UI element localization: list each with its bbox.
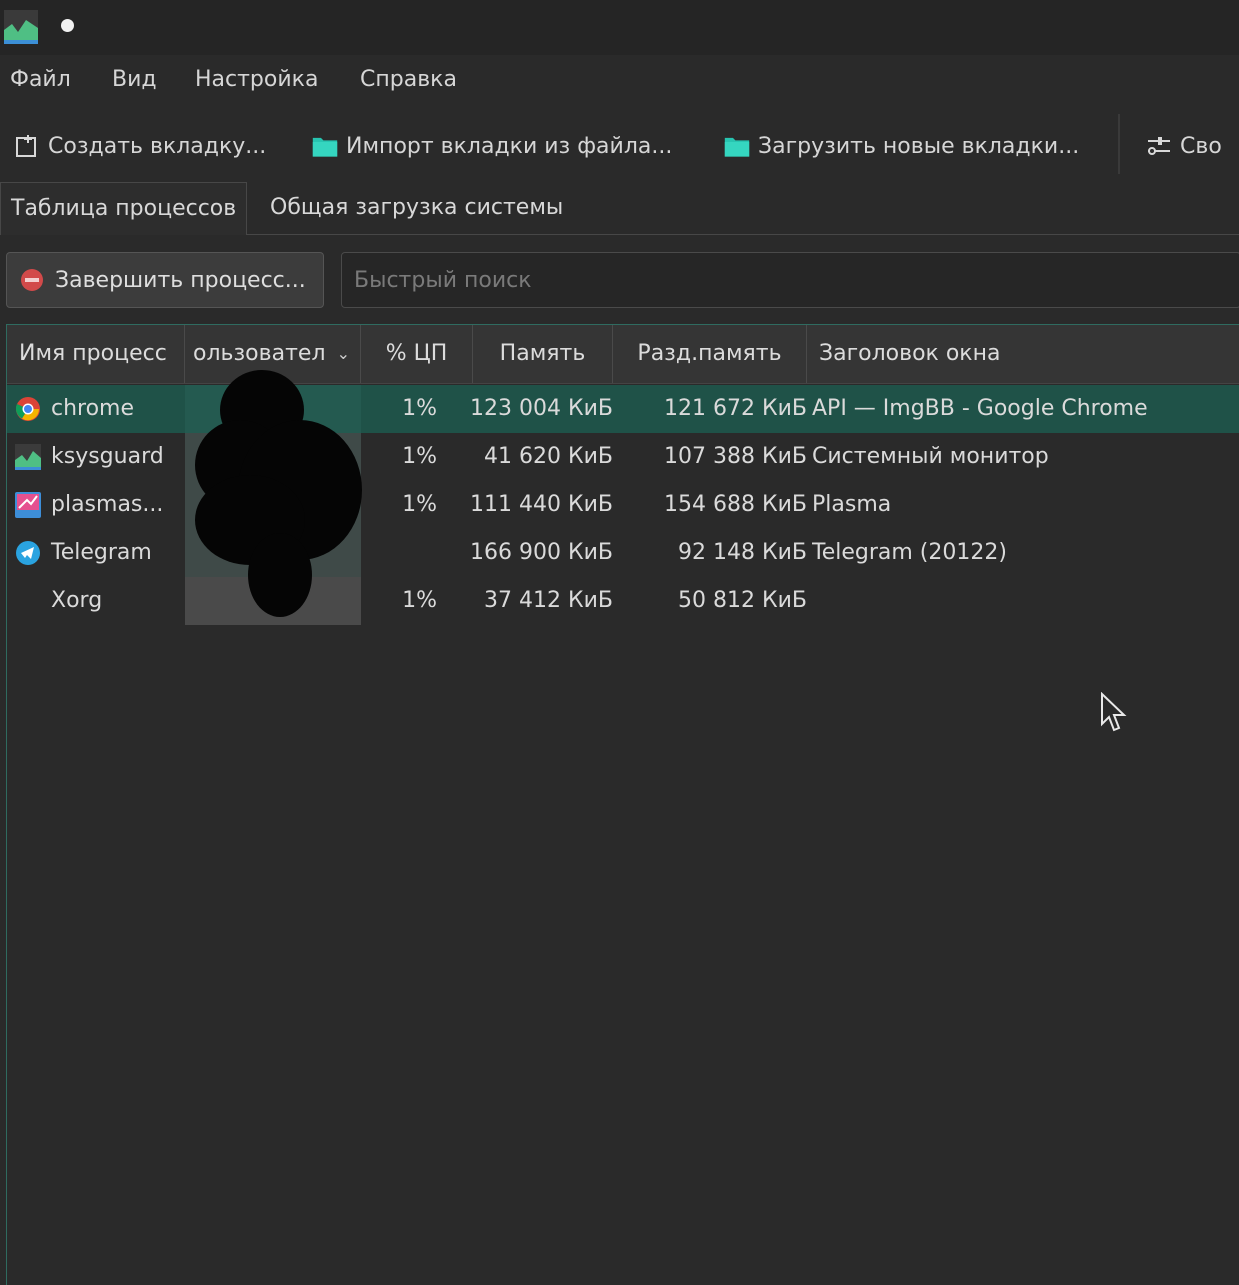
process-name: Telegram — [51, 540, 152, 565]
menu-file[interactable]: Файл — [10, 67, 71, 92]
process-window-title-cell: Plasma — [812, 492, 892, 517]
redaction-scribble — [195, 370, 362, 617]
tab-system-load[interactable]: Общая загрузка системы — [260, 182, 573, 234]
column-header-name[interactable]: Имя процесс — [7, 325, 185, 383]
create-tab-button[interactable]: Создать вкладку... — [14, 124, 266, 168]
chrome-icon — [15, 397, 40, 421]
toolbar-separator — [1118, 114, 1120, 174]
process-shared-memory-cell: 121 672 КиБ — [664, 396, 807, 421]
process-cpu-cell: 1% — [402, 444, 437, 469]
telegram-icon — [16, 541, 40, 565]
properties-label: Сво — [1180, 133, 1222, 159]
process-memory-cell: 37 412 КиБ — [484, 588, 613, 613]
ksysguard-icon — [15, 444, 41, 470]
process-shared-memory-cell: 107 388 КиБ — [664, 444, 807, 469]
process-window-title-cell — [812, 577, 1239, 625]
import-tab-button[interactable]: Импорт вкладки из файла... — [312, 124, 672, 168]
process-memory-cell: 41 620 КиБ — [484, 444, 613, 469]
process-shared-memory-cell: 50 812 КиБ — [678, 588, 807, 613]
mouse-cursor-icon — [1101, 692, 1127, 732]
create-tab-label: Создать вкладку... — [48, 133, 267, 159]
sliders-icon — [1148, 137, 1170, 155]
stop-process-icon — [21, 269, 43, 291]
column-header-memory[interactable]: Память — [473, 325, 613, 383]
process-shared-memory-cell: 92 148 КиБ — [678, 540, 807, 565]
folder-download-icon — [724, 137, 750, 157]
tab-bar: Таблица процессов Общая загрузка системы — [0, 182, 1239, 235]
process-name: ksysguard — [51, 444, 164, 469]
process-name: plasmas... — [51, 492, 164, 517]
process-memory-cell: 123 004 КиБ — [470, 396, 613, 421]
process-memory-cell: 111 440 КиБ — [470, 492, 613, 517]
process-name: chrome — [51, 396, 135, 421]
menu-bar: Файл Вид Настройка Справка — [0, 58, 1239, 106]
new-tab-icon — [16, 135, 36, 157]
menu-view[interactable]: Вид — [112, 67, 157, 92]
process-name-cell: chrome — [15, 385, 185, 433]
modified-indicator-dot — [61, 19, 74, 32]
process-name-cell: plasmas... — [15, 481, 185, 529]
import-tab-label: Импорт вкладки из файла... — [346, 133, 673, 159]
end-process-button[interactable]: Завершить процесс... — [6, 252, 324, 308]
quick-search-input[interactable] — [341, 252, 1239, 308]
menu-help[interactable]: Справка — [360, 67, 457, 92]
process-cpu-cell: 1% — [402, 396, 437, 421]
process-shared-memory-cell: 154 688 КиБ — [664, 492, 807, 517]
end-process-label: Завершить процесс... — [55, 267, 306, 293]
system-monitor-app-icon — [4, 10, 38, 44]
process-name-cell: Telegram — [15, 529, 185, 577]
process-name-cell: ksysguard — [15, 433, 185, 481]
column-header-window-title[interactable]: Заголовок окна — [807, 325, 1239, 383]
process-cpu-cell: 1% — [402, 492, 437, 517]
process-name: Xorg — [51, 588, 103, 613]
process-cpu-cell: 1% — [402, 588, 437, 613]
column-header-user-label: ользовател — [193, 341, 326, 366]
column-header-cpu[interactable]: % ЦП — [361, 325, 473, 383]
menu-settings[interactable]: Настройка — [195, 67, 318, 92]
download-tabs-label: Загрузить новые вкладки... — [758, 133, 1080, 159]
folder-import-icon — [312, 137, 338, 157]
process-window-title-cell: API — ImgBB - Google Chrome — [812, 396, 1148, 421]
download-tabs-button[interactable]: Загрузить новые вкладки... — [724, 124, 1079, 168]
tab-process-table[interactable]: Таблица процессов — [0, 182, 248, 235]
toolbar: Создать вкладку... Импорт вкладки из фай… — [0, 116, 1239, 176]
process-window-title-cell: Telegram (20122) — [812, 540, 1007, 565]
process-cpu-cell — [361, 529, 437, 577]
column-header-shared-memory[interactable]: Разд.память — [613, 325, 807, 383]
properties-button[interactable]: Сво — [1146, 124, 1222, 168]
plasma-icon — [15, 492, 41, 518]
process-window-title-cell: Системный монитор — [812, 444, 1049, 469]
title-bar — [0, 0, 1239, 55]
process-memory-cell: 166 900 КиБ — [470, 540, 613, 565]
